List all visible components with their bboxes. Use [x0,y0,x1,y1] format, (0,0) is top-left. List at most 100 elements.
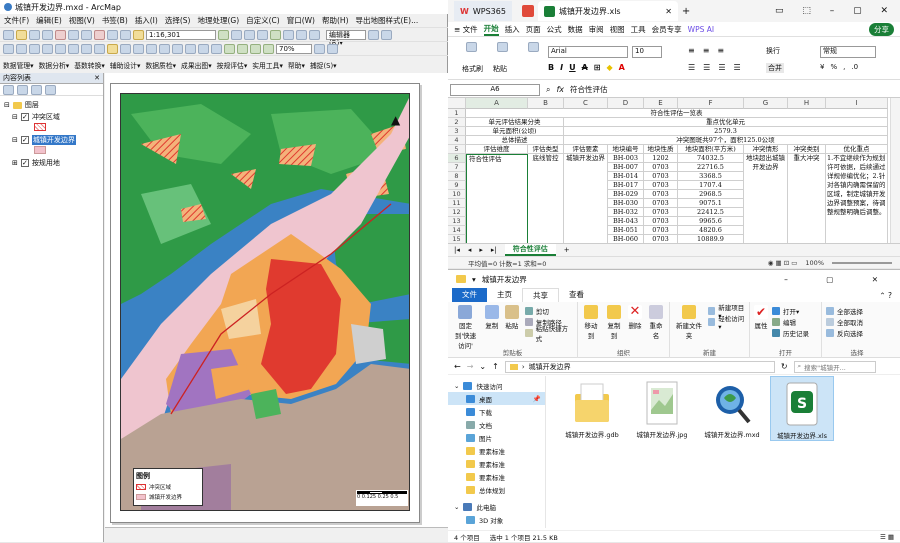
nav-folder[interactable]: 要素标准 [448,457,545,470]
tb-output-map[interactable]: 成果出图▾ [181,60,212,70]
menu-bookmarks[interactable]: 书签(B) [102,15,128,26]
open-button[interactable]: 打开▾ [772,305,809,316]
toc-root[interactable]: ⊟ 图层 [0,99,103,111]
col-header[interactable]: G [744,98,788,109]
pin-quick-access-button[interactable]: 固定到'快速访问' [452,305,479,350]
invert-selection-button[interactable]: 反向选择 [826,327,888,338]
sheet-tab-active[interactable]: 符合性评估 [504,244,556,256]
nav-folder[interactable]: 要素标准 [448,470,545,483]
cut-icon[interactable] [55,29,66,40]
paste-shortcut-button[interactable]: 粘贴快捷方式 [524,325,573,343]
zoom-out-icon[interactable] [16,43,27,54]
tab-document[interactable]: 城镇开发边界.xls ✕ [537,1,678,21]
menu-file[interactable]: ≡ 文件 [454,24,478,35]
rename-button[interactable]: 重命名 [647,305,665,340]
file-item-jpg[interactable]: 城镇开发边界.jpg [630,376,694,439]
col-header[interactable]: C [564,98,608,109]
refresh-icon[interactable]: ↻ [781,362,788,371]
clear-selection-icon[interactable] [120,43,131,54]
new-folder-button[interactable]: 新建文件夹 [674,305,704,340]
cell[interactable]: BH-003 [608,154,644,163]
row-header[interactable]: 4 [448,136,466,145]
nav-3d-objects[interactable]: 3D 对象 [448,513,545,526]
cell[interactable]: 0703 [644,199,678,208]
corner-cell[interactable] [448,98,466,109]
tb-data-analysis[interactable]: 数据分析▾ [39,60,70,70]
row-header[interactable]: 2 [448,118,466,127]
col-header[interactable]: H [788,98,826,109]
menu-selection[interactable]: 选择(S) [165,15,191,26]
selected-cell[interactable]: 符合性评估 [466,154,528,243]
menu-edit[interactable]: 编辑(E) [36,15,62,26]
cell[interactable]: BH-014 [608,172,644,181]
cell[interactable]: 0703 [644,235,678,243]
move-to-button[interactable]: 移动到 [582,305,600,340]
row-header[interactable]: 10 [448,190,466,199]
cell[interactable]: 冲突类别 [788,145,826,154]
cell[interactable]: 2579.3 [564,127,888,136]
cell[interactable]: BH-043 [608,217,644,226]
select-elements-icon[interactable] [133,43,144,54]
cell[interactable]: 22716.5 [678,163,744,172]
cell[interactable]: 3368.5 [678,172,744,181]
number-format-select[interactable]: 常规 [820,46,876,58]
row-header[interactable]: 13 [448,217,466,226]
edit-button[interactable]: 编辑 [772,316,809,327]
menu-view[interactable]: 视图 [610,24,625,35]
strikethrough-icon[interactable]: A [582,63,588,72]
font-color-icon[interactable]: A [619,63,625,72]
menu-insert[interactable]: 插入(I) [135,15,158,26]
tab-file[interactable]: 文件 [452,288,487,302]
nav-folder[interactable]: 总体规划 [448,483,545,496]
layout-pan-icon[interactable] [250,43,261,54]
delete-icon[interactable] [94,29,105,40]
nav-this-pc[interactable]: ⌄ 此电脑 [448,500,545,513]
select-all-button[interactable]: 全部选择 [826,305,888,316]
zoom-level[interactable]: 100% [805,259,824,267]
menu-insert[interactable]: 插入 [505,24,520,35]
cell[interactable]: BH-007 [608,163,644,172]
row-header[interactable]: 12 [448,208,466,217]
editor-dropdown[interactable]: 编辑器(R)▾ [326,29,366,47]
row-header[interactable]: 1 [448,109,466,118]
layout-zoom-select[interactable]: 70% [276,43,312,54]
cell[interactable]: 0703 [644,172,678,181]
col-header[interactable]: E [644,98,678,109]
col-header[interactable]: I [826,98,888,109]
row-header[interactable]: 7 [448,163,466,172]
select-none-button[interactable]: 全部取消 [826,316,888,327]
arctoolbox-icon[interactable] [270,29,281,40]
editor-icon[interactable] [218,29,229,40]
cell[interactable]: 1202 [644,154,678,163]
cell[interactable]: 0703 [644,217,678,226]
align-middle-icon[interactable]: ≡ [703,46,710,55]
nav-folder[interactable]: 要素标准 [448,444,545,457]
cell[interactable]: 冲突图斑共97个，面积125.0公顷 [564,136,888,145]
list-by-selection-icon[interactable] [45,84,56,95]
tab-view[interactable]: 查看 [559,288,594,302]
wrap-button[interactable]: 换行 [766,46,780,56]
window-controls[interactable]: ▭ ⬚ – ▢ ✕ [775,6,900,16]
cell[interactable]: 地块超出城镇开发边界 [744,154,788,243]
nav-pictures[interactable]: 图片 [448,431,545,444]
tab-wps365[interactable]: W WPS365 [454,1,512,21]
back-icon[interactable]: ← [454,362,461,371]
menu-formula[interactable]: 公式 [547,24,562,35]
edit-tool-icon[interactable] [368,29,379,40]
menu-data[interactable]: 数据 [568,24,583,35]
cell[interactable]: 城镇开发边界 [564,154,608,243]
cell[interactable]: 1707.4 [678,181,744,190]
thousands-icon[interactable]: , [843,63,845,71]
format-painter-icon[interactable] [466,42,477,52]
tb-data-management[interactable]: 数据管理▾ [3,60,34,70]
layer-checkbox[interactable]: ✓ [20,136,29,144]
catalog-icon[interactable] [244,29,255,40]
tb-coord-convert[interactable]: 基数转换▾ [74,60,105,70]
cell[interactable]: 74032.5 [678,154,744,163]
nav-quick-access[interactable]: ⌄ 快速访问 [448,379,545,392]
menu-page[interactable]: 页面 [526,24,541,35]
layer-checkbox[interactable]: ✓ [20,159,29,167]
add-sheet-icon[interactable]: + [564,246,570,254]
hyperlink-icon[interactable] [185,43,196,54]
row-header[interactable]: 11 [448,199,466,208]
